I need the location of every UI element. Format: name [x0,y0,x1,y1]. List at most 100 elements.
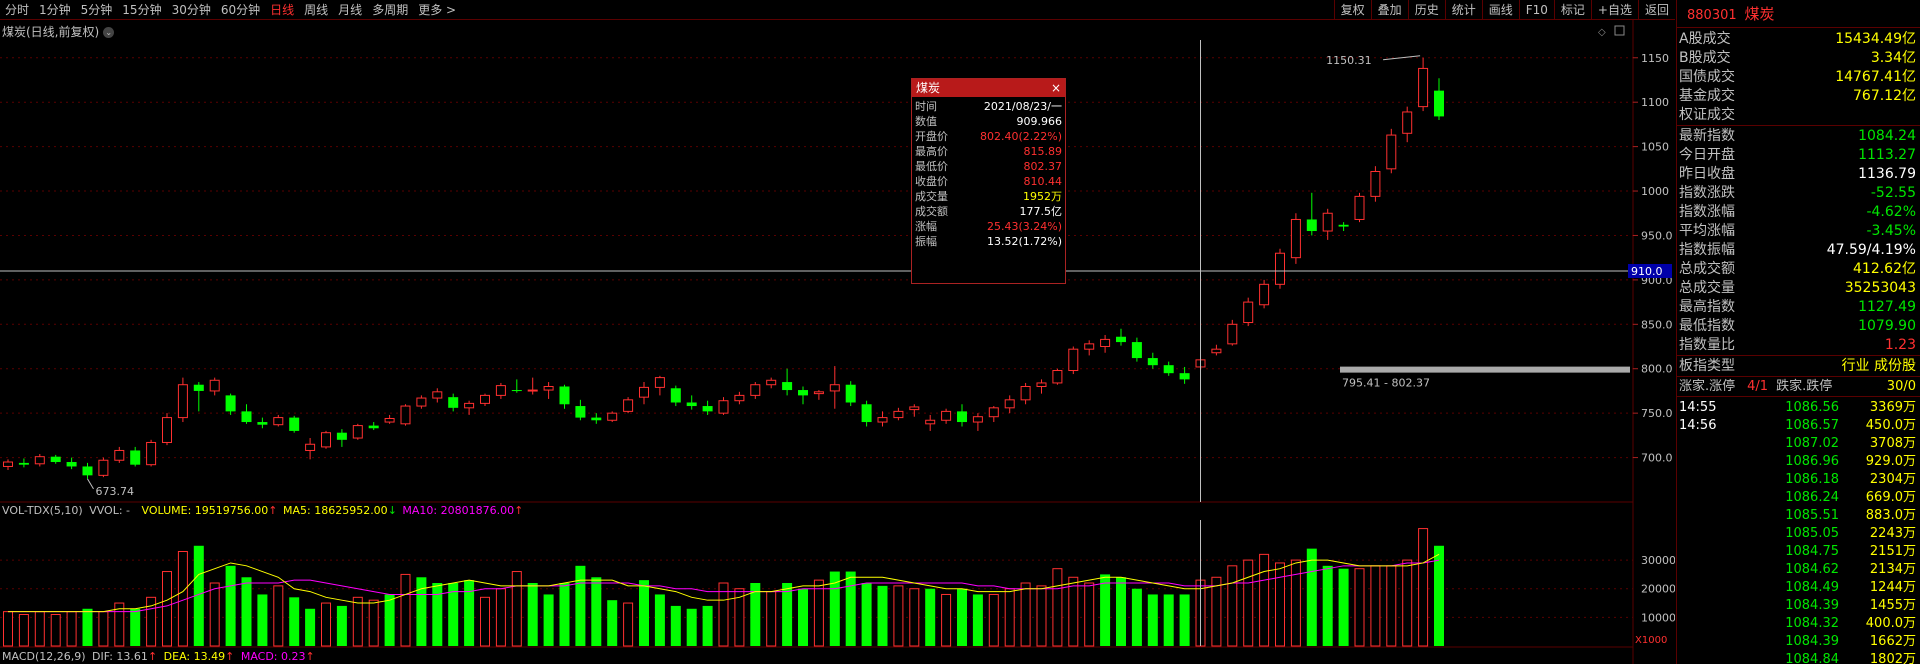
volume-tick-label: 30000 [1641,554,1675,567]
volume-bar [1322,565,1333,646]
volume-bar [941,593,952,647]
candle-body [1434,90,1444,117]
popup-row-value: 909.966 [1016,115,1063,128]
tick-volume: 1802万 [1869,652,1916,664]
candle-body [3,461,13,467]
candle-info-popup: 煤炭 × 时间 2021/08/23/一 数值 909.966 开盘价 802.40(2.… [911,78,1066,284]
candle-body [591,417,602,421]
candle-body [209,379,220,392]
tick-price: 1087.02 [1785,436,1839,451]
candle-body [416,397,427,407]
rise-label: 涨家.涨停 [1679,379,1736,394]
popup-header[interactable]: 煤炭 × [912,79,1065,97]
candle-body [543,386,554,391]
tick-time [1677,435,1757,453]
up-arrow-icon: ↑ [305,650,315,663]
candle-body [1338,224,1349,227]
stat-value: 1127.49 [1858,299,1916,315]
volume-bar [861,583,872,646]
stat-label: 最低指数 [1679,318,1735,334]
chevron-down-icon[interactable]: ⌄ [103,27,115,38]
tick-row: 1084.32 400.0万 [1677,615,1920,633]
volume-bar [336,605,347,646]
app-window: 分时 1分钟 5分钟 15分钟 30分钟 60分钟 日线 周线 月线 多周期 更多 > 复权 叠加 历史… [0,0,1920,664]
stat-label: 最高指数 [1679,299,1735,315]
tick-time [1677,579,1757,597]
fall-value: 30/0 [1886,379,1916,394]
stat-row: 基金成交 767.12亿 [1677,87,1920,106]
volume-bar [1306,548,1317,646]
volume-bar [1100,574,1111,646]
volume-bar [1036,585,1047,647]
popup-row-value: 802.37 [1023,160,1063,173]
candle-body [623,399,634,412]
volume-bar [1020,582,1031,647]
candle-body [639,386,649,398]
tick-time [1677,453,1757,471]
volume-bar [257,594,268,646]
tick-volume: 3369万 [1869,400,1916,415]
volume-tick-label: 20000 [1641,583,1675,596]
candle-body [925,419,936,425]
volume-bar [162,571,172,647]
stat-label: 最新指数 [1679,128,1735,144]
tick-price: 1084.32 [1785,616,1839,631]
volume-bar [432,583,443,646]
volume-bar [1004,588,1015,647]
stat-row: 今日开盘 1113.27 [1677,146,1920,165]
volume-bar [1354,568,1365,647]
expand-icon [1614,25,1625,36]
volume-bar [82,608,93,646]
board-type-value[interactable]: 行业 成份股 [1842,356,1916,376]
candle-body [1275,252,1285,285]
chart-title[interactable]: 煤炭(日线,前复权) ⌄ [2,23,115,40]
candle-body [432,391,443,399]
candle-body [1259,283,1270,306]
candle-body [575,406,586,418]
candle-body [1418,67,1429,108]
candle-body [909,406,920,411]
volume-bar [670,605,681,646]
candle-body [1100,338,1111,348]
popup-row-label: 最高价 [915,145,948,158]
tick-list[interactable]: 14:55 1086.56 3369万 14:56 1086.57 450.0万 1087.… [1677,396,1920,664]
vol-ma10-value: MA10: 20801876.00 [402,504,515,517]
stat-row: 总成交额 412.62亿 [1677,260,1920,279]
candle-body [813,391,824,395]
stat-label: 基金成交 [1679,88,1735,104]
tick-time [1677,651,1757,664]
volume-bar [1338,568,1349,646]
vol-indicator-name[interactable]: VOL-TDX(5,10) [2,504,83,517]
candle-body [321,432,331,448]
macd-indicator-name[interactable]: MACD(12,26,9) [2,650,86,663]
index-stats-list: 最新指数 1084.24 今日开盘 1113.27 昨日收盘 1136.79 指数涨跌 -52… [1677,125,1920,355]
candle-body [177,384,188,419]
volume-bar [925,588,936,646]
tick-row: 1086.24 669.0万 [1677,489,1920,507]
candle-body [1179,373,1190,380]
stat-row: 权证成交 [1677,106,1920,125]
price-tick-label: 1150 [1641,52,1669,65]
close-icon[interactable]: × [1051,79,1061,97]
volume-bar [1275,562,1285,647]
candle-body [495,385,506,396]
tick-price: 1084.62 [1785,562,1839,577]
stat-value: 14767.41亿 [1835,69,1916,85]
popup-row-label: 数值 [915,115,937,128]
tick-row: 14:55 1086.56 3369万 [1677,399,1920,417]
popup-row-value: 25.43(3.24%) [986,220,1062,233]
tick-price: 1086.56 [1785,400,1839,415]
volume-bar [972,594,983,646]
candle-body [1290,218,1301,259]
tick-volume: 2151万 [1869,544,1916,559]
tick-time: 14:55 [1679,400,1717,415]
volume-bar [1163,594,1174,646]
candle-body [289,417,300,431]
candle-body [861,404,872,423]
volume-bar [321,602,331,647]
kline-chart[interactable]: 1150110010501000950.0900.0850.0800.0750.… [0,0,1675,664]
popup-row: 收盘价 810.44 [912,174,1065,189]
candle-body [782,382,793,391]
stat-row: 总成交量 35253043 [1677,279,1920,298]
candle-body [941,410,952,421]
